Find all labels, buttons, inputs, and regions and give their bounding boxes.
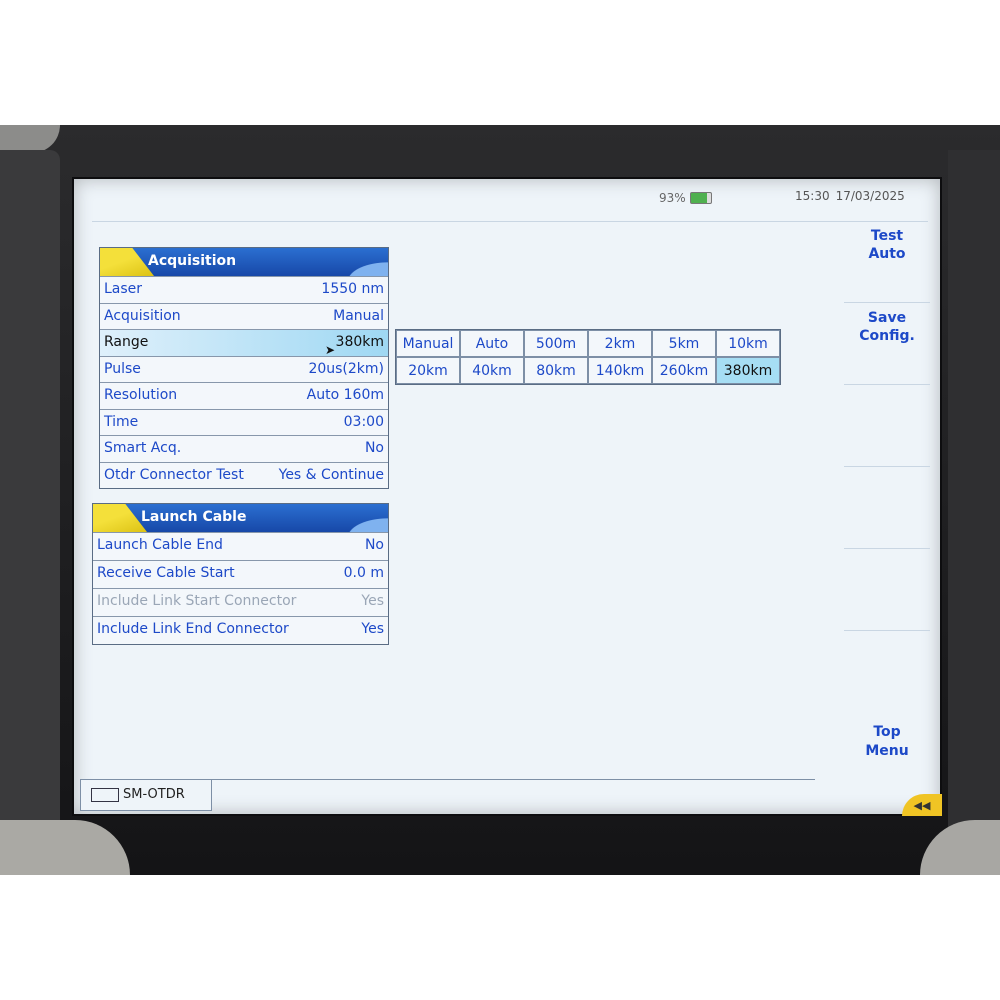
- softkey-line: Config.: [859, 328, 915, 344]
- row-value: Yes: [361, 621, 384, 637]
- header-decoration: [318, 504, 388, 532]
- launch-cable-end-row[interactable]: Launch Cable End No: [93, 532, 388, 560]
- include-link-start-row: Include Link Start Connector Yes: [93, 588, 388, 616]
- row-value: No: [364, 537, 384, 553]
- range-row[interactable]: Range 380km: [100, 329, 388, 356]
- row-label: Time: [104, 413, 139, 430]
- battery-percent: 93%: [659, 191, 686, 205]
- test-auto-button[interactable]: Test Auto: [844, 221, 930, 303]
- smart-acq-row[interactable]: Smart Acq. No: [100, 435, 388, 462]
- row-label: Pulse: [104, 360, 141, 377]
- header-stripe: [100, 248, 154, 276]
- softkey-empty[interactable]: [844, 467, 930, 549]
- row-label: Smart Acq.: [104, 440, 182, 456]
- acquisition-title: Acquisition: [148, 253, 237, 269]
- row-value: 0.0 m: [343, 565, 384, 581]
- row-label: Resolution: [104, 387, 178, 403]
- time-label: 15:30: [795, 189, 830, 203]
- range-option-selected[interactable]: 380km: [716, 357, 780, 384]
- row-value: 20us(2km): [308, 360, 384, 377]
- device-side-left: [0, 150, 60, 840]
- clock: 15:30 17/03/2025: [795, 189, 911, 203]
- range-options: Manual Auto 500m 2km 5km 10km 20km 40km …: [395, 329, 781, 385]
- row-value: 03:00: [343, 413, 384, 430]
- header-stripe: [93, 504, 147, 532]
- range-option[interactable]: 2km: [588, 330, 652, 357]
- range-option[interactable]: 500m: [524, 330, 588, 357]
- softkey-empty[interactable]: [844, 631, 930, 713]
- range-option[interactable]: 80km: [524, 357, 588, 384]
- range-option[interactable]: 140km: [588, 357, 652, 384]
- acquisition-header: Acquisition: [100, 248, 388, 276]
- launch-cable-panel: Launch Cable Launch Cable End No Receive …: [92, 503, 389, 645]
- pulse-row[interactable]: Pulse 20us(2km): [100, 355, 388, 383]
- row-value: 380km: [335, 334, 384, 350]
- softkey-column: Test Auto Save Config.: [844, 221, 930, 781]
- row-value: 1550 nm: [321, 281, 384, 297]
- row-label: Receive Cable Start: [97, 565, 235, 581]
- otdr-trace-icon: [91, 788, 119, 802]
- softkey-line: Save: [867, 310, 907, 326]
- range-option[interactable]: 20km: [396, 357, 460, 384]
- header-decoration: [318, 248, 388, 276]
- softkey-line: Test: [870, 228, 904, 244]
- resolution-row[interactable]: Resolution Auto 160m: [100, 382, 388, 409]
- acquisition-panel: Acquisition Laser 1550 nm Acquisition Manu…: [99, 247, 389, 489]
- top-menu-button[interactable]: Top Menu: [844, 723, 930, 783]
- status-bar: 93% 15:30 17/03/2025: [92, 183, 928, 222]
- softkey-line: Auto: [868, 246, 906, 262]
- launch-cable-header: Launch Cable: [93, 504, 388, 532]
- acquisition-mode-row[interactable]: Acquisition Manual: [100, 302, 388, 330]
- row-label: Include Link End Connector: [97, 621, 289, 637]
- tab-sm-otdr[interactable]: SM-OTDR: [80, 780, 212, 811]
- range-option[interactable]: 260km: [652, 357, 716, 384]
- time-row[interactable]: Time 03:00: [100, 408, 388, 436]
- row-value: Yes: [361, 593, 384, 609]
- pointer-cursor-icon: ➤: [325, 343, 336, 357]
- launch-cable-title: Launch Cable: [141, 509, 247, 525]
- range-option[interactable]: 40km: [460, 357, 524, 384]
- date-label: 17/03/2025: [835, 189, 905, 203]
- row-label: Otdr Connector Test: [104, 466, 244, 483]
- row-label: Range: [104, 334, 149, 350]
- range-option[interactable]: Manual: [396, 330, 460, 357]
- include-link-end-row[interactable]: Include Link End Connector Yes: [93, 616, 388, 644]
- tab-label: SM-OTDR: [123, 787, 185, 802]
- softkey-line: Menu: [865, 743, 909, 759]
- save-config-button[interactable]: Save Config.: [844, 303, 930, 385]
- row-label: Acquisition: [104, 307, 181, 324]
- softkey-empty[interactable]: [844, 549, 930, 631]
- range-option[interactable]: 5km: [652, 330, 716, 357]
- softkey-empty[interactable]: [844, 385, 930, 467]
- device-side-right: [948, 150, 1000, 840]
- range-option[interactable]: 10km: [716, 330, 780, 357]
- tab-bar: SM-OTDR: [80, 779, 815, 812]
- softkey-line: Top: [873, 724, 901, 740]
- row-label: Laser: [104, 281, 143, 297]
- receive-cable-start-row[interactable]: Receive Cable Start 0.0 m: [93, 560, 388, 588]
- row-label: Include Link Start Connector: [97, 593, 297, 609]
- row-value: No: [364, 440, 384, 456]
- row-label: Launch Cable End: [97, 537, 223, 553]
- row-value: Manual: [333, 307, 384, 324]
- range-option[interactable]: Auto: [460, 330, 524, 357]
- laser-row[interactable]: Laser 1550 nm: [100, 276, 388, 303]
- device-screen: 93% 15:30 17/03/2025 Acquisition Laser 155…: [72, 177, 942, 816]
- connector-test-row[interactable]: Otdr Connector Test Yes & Continue: [100, 461, 388, 489]
- row-value: Yes & Continue: [278, 466, 384, 483]
- battery-icon: [690, 192, 712, 204]
- row-value: Auto 160m: [306, 387, 384, 403]
